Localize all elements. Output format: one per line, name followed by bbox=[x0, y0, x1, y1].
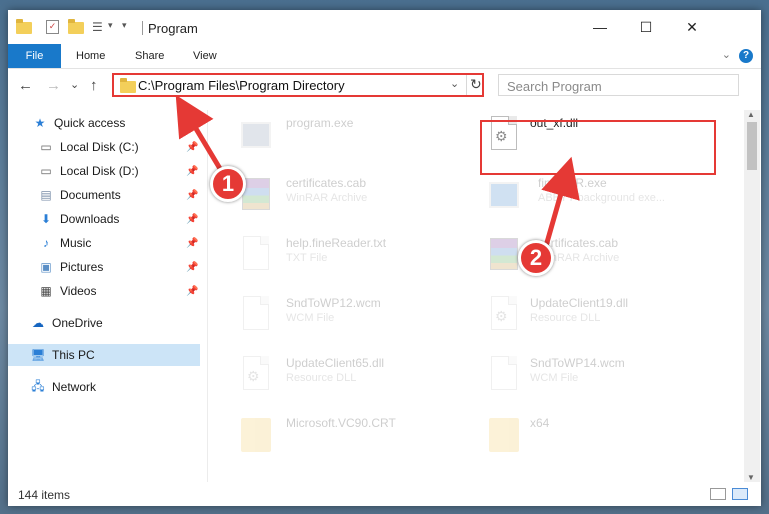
arrow-to-dll-file bbox=[541, 156, 580, 247]
step-1-badge: 1 bbox=[210, 166, 246, 202]
arrow-to-address-bar bbox=[175, 94, 225, 174]
step-2-badge: 2 bbox=[518, 240, 554, 276]
annotation-arrows bbox=[175, 94, 580, 247]
